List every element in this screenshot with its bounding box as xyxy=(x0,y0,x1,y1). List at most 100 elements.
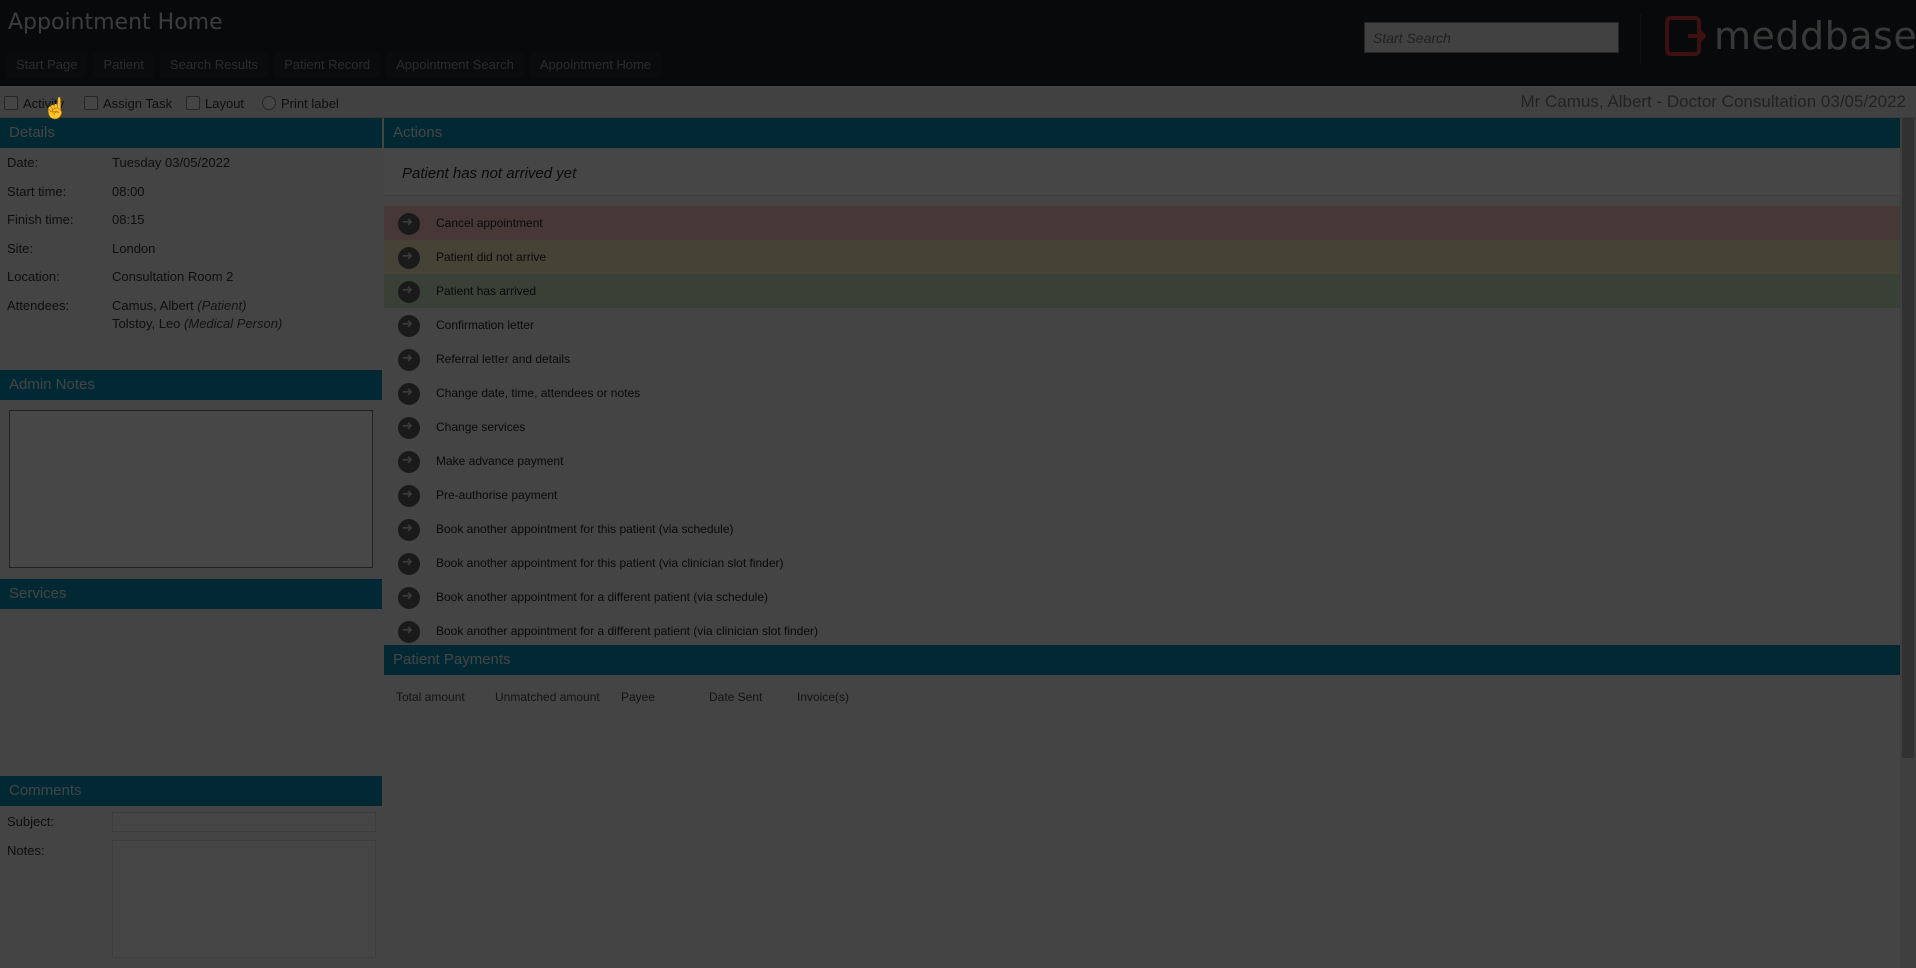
subject-label: Subject: xyxy=(7,814,54,829)
assign-task-label: Assign Task xyxy=(103,95,173,111)
action-confirmation-letter[interactable]: Confirmation letter xyxy=(384,308,1900,342)
action-book-different-patient-slot-finder[interactable]: Book another appointment for a different… xyxy=(384,614,1900,644)
location-value: Consultation Room 2 xyxy=(112,269,234,284)
assign-task-button[interactable]: Assign Task xyxy=(84,94,172,112)
arrow-right-icon xyxy=(398,349,420,371)
subject-input[interactable] xyxy=(112,812,376,832)
admin-notes-textarea[interactable] xyxy=(9,410,373,568)
action-label: Book another appointment for a different… xyxy=(436,624,818,638)
toolbar: Activity Assign Task Layout Print label … xyxy=(0,88,1916,118)
admin-notes-section-header: Admin Notes xyxy=(0,370,382,400)
action-label: Make advance payment xyxy=(436,454,564,468)
action-book-this-patient-slot-finder[interactable]: Book another appointment for this patien… xyxy=(384,546,1900,580)
task-icon xyxy=(84,96,98,110)
finish-time-value: 08:15 xyxy=(112,212,145,227)
action-label: Book another appointment for this patien… xyxy=(436,522,734,536)
arrow-right-icon xyxy=(398,451,420,473)
page-title: Appointment Home xyxy=(8,10,223,35)
activity-icon xyxy=(4,96,18,110)
start-time-value: 08:00 xyxy=(112,184,145,199)
action-book-this-patient-schedule[interactable]: Book another appointment for this patien… xyxy=(384,512,1900,546)
action-label: Book another appointment for a different… xyxy=(436,590,768,604)
column-header-total-amount: Total amount xyxy=(396,690,465,704)
nav-tab-search-results[interactable]: Search Results xyxy=(159,52,269,78)
notes-label: Notes: xyxy=(7,843,45,858)
nav-tab-appointment-home[interactable]: Appointment Home xyxy=(529,52,662,78)
action-label: Confirmation letter xyxy=(436,318,535,332)
action-referral-letter[interactable]: Referral letter and details xyxy=(384,342,1900,376)
action-label: Referral letter and details xyxy=(436,352,571,366)
attendee-name: Tolstoy, Leo xyxy=(112,316,181,331)
status-text: Patient has not arrived yet xyxy=(402,165,577,182)
attendee-item[interactable]: Tolstoy, Leo (Medical Person) xyxy=(112,316,282,331)
column-header-unmatched-amount: Unmatched amount xyxy=(495,690,600,704)
print-label-label: Print label xyxy=(281,95,339,111)
details-section-header: Details xyxy=(0,118,382,148)
hand-cursor-icon: ☝ xyxy=(43,98,68,120)
finish-time-label: Finish time: xyxy=(7,212,74,227)
layout-button[interactable]: Layout xyxy=(186,94,244,112)
comments-section-header: Comments xyxy=(0,776,382,806)
actions-section-header: Actions xyxy=(384,118,1900,148)
appointment-header: Mr Camus, Albert - Doctor Consultation 0… xyxy=(1520,92,1906,111)
arrow-right-icon xyxy=(398,417,420,439)
arrow-right-icon xyxy=(398,315,420,337)
attendee-item[interactable]: Camus, Albert (Patient) xyxy=(112,298,246,313)
date-label: Date: xyxy=(7,155,39,170)
arrow-right-icon xyxy=(398,485,420,507)
action-label: Cancel appointment xyxy=(436,216,543,230)
site-label: Site: xyxy=(7,241,34,256)
search-input[interactable] xyxy=(1364,22,1619,53)
top-header: Appointment Home Start Page Patient Sear… xyxy=(0,0,1916,86)
column-header-payee: Payee xyxy=(621,690,656,704)
arrow-right-icon xyxy=(398,247,420,269)
action-patient-has-arrived[interactable]: Patient has arrived xyxy=(384,274,1900,308)
action-label: Change date, time, attendees or notes xyxy=(436,386,641,400)
column-header-invoices: Invoice(s) xyxy=(797,690,850,704)
action-label: Book another appointment for this patien… xyxy=(436,556,784,570)
divider xyxy=(1640,14,1641,64)
arrow-right-icon xyxy=(398,519,420,541)
location-label: Location: xyxy=(7,269,60,284)
meddbase-logo-icon xyxy=(1665,16,1706,56)
action-label: Pre-authorise payment xyxy=(436,488,558,502)
action-patient-did-not-arrive[interactable]: Patient did not arrive xyxy=(384,240,1900,274)
nav-tab-appointment-search[interactable]: Appointment Search xyxy=(386,52,524,78)
date-value: Tuesday 03/05/2022 xyxy=(112,155,231,170)
arrow-right-icon xyxy=(398,553,420,575)
action-cancel-appointment[interactable]: Cancel appointment xyxy=(384,206,1900,240)
attendee-name: Camus, Albert xyxy=(112,298,194,313)
action-book-different-patient-schedule[interactable]: Book another appointment for a different… xyxy=(384,580,1900,614)
services-section-header: Services xyxy=(0,579,382,609)
action-change-services[interactable]: Change services xyxy=(384,410,1900,444)
vertical-scrollbar[interactable] xyxy=(1900,118,1916,968)
action-make-advance-payment[interactable]: Make advance payment xyxy=(384,444,1900,478)
action-label: Patient did not arrive xyxy=(436,250,547,264)
brand-logo: meddbase xyxy=(1664,14,1916,58)
action-pre-authorise-payment[interactable]: Pre-authorise payment xyxy=(384,478,1900,512)
printer-icon xyxy=(262,96,276,110)
attendee-role: (Patient) xyxy=(197,298,247,313)
nav-tab-patient-record[interactable]: Patient Record xyxy=(274,52,381,78)
comment-notes-input[interactable] xyxy=(112,840,376,958)
scrollbar-thumb[interactable] xyxy=(1902,118,1914,758)
start-time-label: Start time: xyxy=(7,184,67,199)
arrow-right-icon xyxy=(398,213,420,235)
site-value: London xyxy=(112,241,156,256)
print-label-button[interactable]: Print label xyxy=(262,94,339,112)
arrow-right-icon xyxy=(398,621,420,643)
breadcrumb-nav: Start Page Patient Search Results Patien… xyxy=(6,52,667,78)
layout-label: Layout xyxy=(205,95,245,111)
action-label: Patient has arrived xyxy=(436,284,537,298)
nav-tab-start-page[interactable]: Start Page xyxy=(6,52,88,78)
brand-name: meddbase xyxy=(1714,14,1916,58)
arrow-right-icon xyxy=(398,587,420,609)
nav-tab-patient[interactable]: Patient xyxy=(93,52,154,78)
patient-payments-section-header: Patient Payments xyxy=(384,645,1900,675)
arrow-right-icon xyxy=(398,281,420,303)
attendees-label: Attendees: xyxy=(7,298,70,313)
attendee-role: (Medical Person) xyxy=(184,316,283,331)
column-header-date-sent: Date Sent xyxy=(709,690,763,704)
action-change-date-time[interactable]: Change date, time, attendees or notes xyxy=(384,376,1900,410)
layout-icon xyxy=(186,96,200,110)
